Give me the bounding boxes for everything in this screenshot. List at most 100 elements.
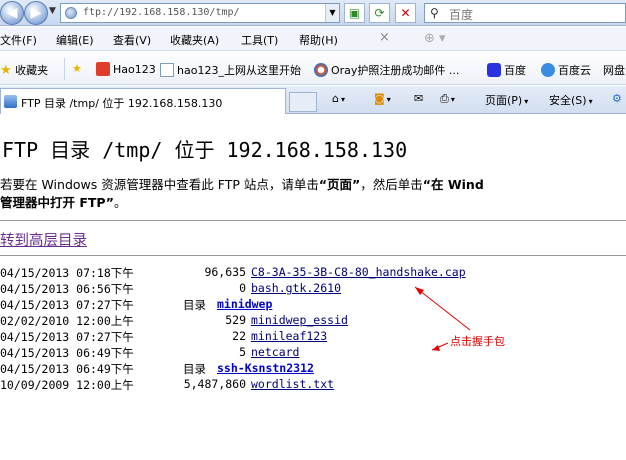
address-bar[interactable]: ftp://192.168.158.130/tmp/ ▼ [60,3,340,23]
stop-button[interactable]: ✕ [395,3,416,23]
file-date: 04/15/2013 06:49下午 [0,346,134,360]
directory-link[interactable]: ssh-Ksnstn2312 [217,361,314,375]
file-date: 04/15/2013 06:49下午 [0,362,134,376]
annotation-label: 点击握手包 [450,335,505,348]
printer-icon: ⎙ [440,92,449,105]
hao123-logo-icon [96,62,110,76]
page-menu-button[interactable]: 页面(P) ▾ [485,92,528,108]
file-link[interactable]: wordlist.txt [251,377,334,391]
baidu-paw-icon [487,63,501,77]
mail-button[interactable]: ✉ [414,92,423,105]
nav-history-dropdown-icon[interactable]: ▼ [49,6,56,16]
info-line-1: 若要在 Windows 资源管理器中查看此 FTP 站点，请单击“页面”，然后单… [0,177,484,192]
file-link[interactable]: C8-3A-35-3B-C8-80_handshake.cap [251,265,466,279]
refresh-icon: ⟳ [374,6,385,20]
address-url[interactable]: ftp://192.168.158.130/tmp/ [83,7,240,18]
star-icon: ★ [0,63,12,78]
favorites-button[interactable]: ★ 收藏夹 [0,62,48,78]
explorer-info-text: 若要在 Windows 资源管理器中查看此 FTP 站点，请单击“页面”，然后单… [0,176,626,212]
directory-link[interactable]: minidwep [217,297,272,311]
address-dropdown-icon[interactable]: ▼ [325,4,339,22]
fav-link-hao123-start[interactable]: hao123_上网从这里开始 [160,62,301,78]
file-link[interactable]: minileaf123 [251,329,327,343]
file-date: 02/02/2010 12:00上午 [0,314,134,328]
mail-icon: ✉ [414,92,424,105]
menu-edit[interactable]: 编辑(E) [56,32,94,48]
favorites-bar: ★ 收藏夹 ★ Hao123 hao123_上网从这里开始 Oray护照注册成功… [0,52,626,85]
feeds-button[interactable]: ◙ ▾ [374,92,391,105]
fav-link-oray[interactable]: Oray护照注册成功邮件 ... [314,62,459,78]
page-icon [160,63,174,77]
file-size: 5 [239,345,246,359]
dropdown-arrow-icon: ▾ [386,95,391,104]
divider [0,255,626,256]
ie-page-icon [4,95,17,108]
print-button[interactable]: ⎙ ▾ [440,92,455,106]
menu-help[interactable]: 帮助(H) [299,32,338,48]
divider [64,58,65,80]
dropdown-arrow-icon: ▾ [524,97,529,106]
tab-title: FTP 目录 /tmp/ 位于 192.168.158.130 [21,97,223,110]
menu-bar: 文件(F) 编辑(E) 查看(V) 收藏夹(A) 工具(T) 帮助(H) × ⊕… [0,27,626,51]
tools-menu-button[interactable]: ⚙ [612,92,622,105]
stop-icon: ✕ [400,6,411,20]
add-favorite-button[interactable]: ★ [72,62,82,75]
parent-directory-link[interactable]: 转到高层目录 [0,229,87,250]
file-link[interactable]: bash.gtk.2610 [251,281,341,295]
tab-command-bar: FTP 目录 /tmp/ 位于 192.168.158.130 ⌂ ▾ ◙ ▾ ✉ … [0,86,626,114]
file-size: 529 [225,313,246,327]
tab-current[interactable]: FTP 目录 /tmp/ 位于 192.168.158.130 [0,88,286,114]
file-size: 22 [232,329,246,343]
page-title: FTP 目录 /tmp/ 位于 192.168.158.130 [2,138,408,162]
refresh-button[interactable]: ⟳ [369,3,390,23]
divider [0,220,626,221]
new-tab-button[interactable] [289,92,317,112]
info-line-2: 管理器中打开 FTP”。 [0,195,127,210]
file-date: 10/09/2009 12:00上午 [0,378,134,392]
dropdown-arrow-icon: ▾ [450,95,455,104]
rss-icon: ◙ [374,92,385,105]
file-size: 0 [239,281,246,295]
home-icon: ⌂ [332,92,339,105]
ftp-page-content: FTP 目录 /tmp/ 位于 192.168.158.130 若要在 Wind… [0,115,626,460]
back-arrow-icon: ◀ [6,5,18,21]
file-size: 5,487,860 [183,377,246,391]
file-link[interactable]: netcard [251,345,299,359]
menu-favorites[interactable]: 收藏夹(A) [170,32,219,48]
file-date: 04/15/2013 07:27下午 [0,330,134,344]
file-link[interactable]: minidwep_essid [251,313,348,327]
file-date: 04/15/2013 07:18下午 [0,266,134,280]
address-toolbar: ◀ ▶ ▼ ftp://192.168.158.130/tmp/ ▼ ▣ ⟳ ✕… [0,0,626,26]
dropdown-arrow-icon: ▾ [340,95,345,104]
file-date: 04/15/2013 06:56下午 [0,282,134,296]
file-date: 04/15/2013 07:27下午 [0,298,134,312]
gear-icon: ⚙ [612,92,622,105]
fav-link-hao123[interactable]: Hao123 [96,62,156,76]
directory-label: 目录 [183,298,206,312]
cloud-icon [541,63,555,77]
search-placeholder[interactable]: 百度 [449,6,473,23]
fav-link-netdisk[interactable]: 网盘 [603,62,625,78]
forward-arrow-icon: ▶ [30,5,42,21]
globe-icon [65,7,77,19]
menu-tools[interactable]: 工具(T) [241,32,278,48]
compatibility-view-button[interactable]: ▣ [344,3,365,23]
safety-menu-button[interactable]: 安全(S) ▾ [549,92,593,108]
addon-icon[interactable]: ⊕ ▾ [424,31,446,46]
add-favorite-icon: ★ [72,62,82,75]
compatibility-icon: ▣ [348,6,361,20]
search-icon: ⚲ [430,6,439,20]
dropdown-arrow-icon: ▾ [588,97,593,106]
home-button[interactable]: ⌂ ▾ [332,92,345,105]
search-box[interactable]: ⚲ 百度 [424,3,626,23]
menu-file[interactable]: 文件(F) [0,32,37,48]
directory-label: 目录 [183,362,206,376]
file-size: 96,635 [204,265,246,279]
menu-view[interactable]: 查看(V) [113,32,151,48]
fav-link-baidu[interactable]: 百度 [487,62,526,78]
fav-link-baidu-cloud[interactable]: 百度云 [541,62,591,78]
back-button[interactable]: ◀ [0,1,24,25]
close-icon[interactable]: × [379,30,390,45]
forward-button[interactable]: ▶ [24,1,48,25]
oray-logo-icon [314,63,328,77]
